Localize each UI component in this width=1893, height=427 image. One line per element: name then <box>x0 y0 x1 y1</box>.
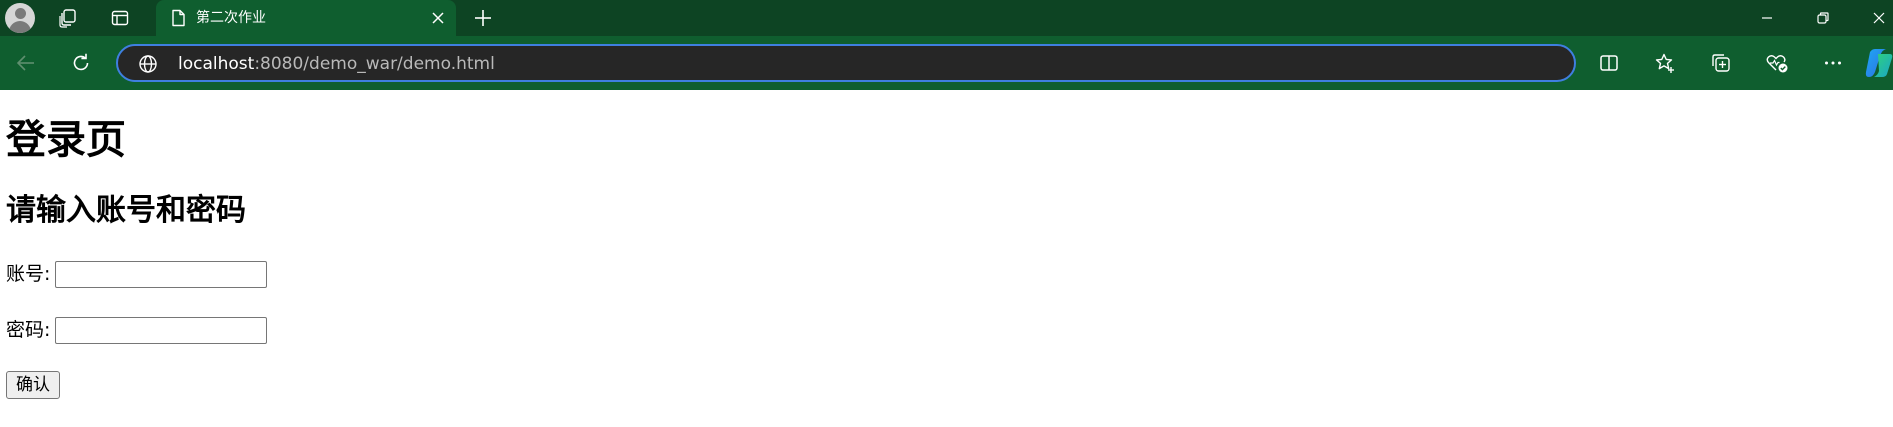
account-input[interactable] <box>55 260 268 288</box>
confirm-button[interactable]: 确认 <box>6 371 60 399</box>
plus-icon[interactable] <box>465 2 501 34</box>
window-close-icon[interactable] <box>1851 0 1893 36</box>
minimize-icon[interactable] <box>1739 0 1795 36</box>
page-icon <box>168 8 188 28</box>
address-bar[interactable]: localhost:8080/demo_war/demo.html <box>116 44 1576 82</box>
url-text: localhost:8080/demo_war/demo.html <box>178 53 495 75</box>
globe-icon[interactable] <box>138 54 158 74</box>
password-label: 密码: <box>6 319 51 341</box>
tab-title: 第二次作业 <box>196 10 266 26</box>
star-add-icon[interactable] <box>1647 45 1683 81</box>
page-title: 登录页 <box>6 117 126 163</box>
back-arrow-icon[interactable] <box>8 45 44 81</box>
url-host: localhost <box>178 54 255 74</box>
password-row: 密码: <box>6 316 268 344</box>
browser-toolbar: localhost:8080/demo_war/demo.html <box>0 36 1893 90</box>
collections-icon[interactable] <box>1703 45 1739 81</box>
avatar <box>5 3 35 33</box>
page-viewport: 登录页 请输入账号和密码 账号: 密码: 确认 <box>0 90 1893 427</box>
heart-check-icon[interactable] <box>1759 45 1795 81</box>
vertical-tabs-icon[interactable] <box>102 2 138 34</box>
copilot-icon[interactable] <box>1864 48 1893 78</box>
account-row: 账号: <box>6 260 268 288</box>
account-label: 账号: <box>6 263 51 285</box>
page-subtitle: 请输入账号和密码 <box>6 193 246 228</box>
split-screen-icon[interactable] <box>1591 45 1627 81</box>
tab-strip: 第二次作业 <box>0 0 1893 36</box>
close-icon[interactable] <box>426 6 450 30</box>
ellipsis-icon[interactable] <box>1815 45 1851 81</box>
url-path: :8080/demo_war/demo.html <box>254 54 495 74</box>
profile-button[interactable] <box>2 2 38 34</box>
password-input[interactable] <box>55 316 268 344</box>
restore-icon[interactable] <box>1795 0 1851 36</box>
browser-window: 第二次作业 localhost:8080/demo_war/demo.html … <box>0 0 1893 427</box>
workspaces-icon[interactable] <box>50 2 86 34</box>
refresh-icon[interactable] <box>63 45 99 81</box>
active-tab[interactable]: 第二次作业 <box>156 0 456 36</box>
